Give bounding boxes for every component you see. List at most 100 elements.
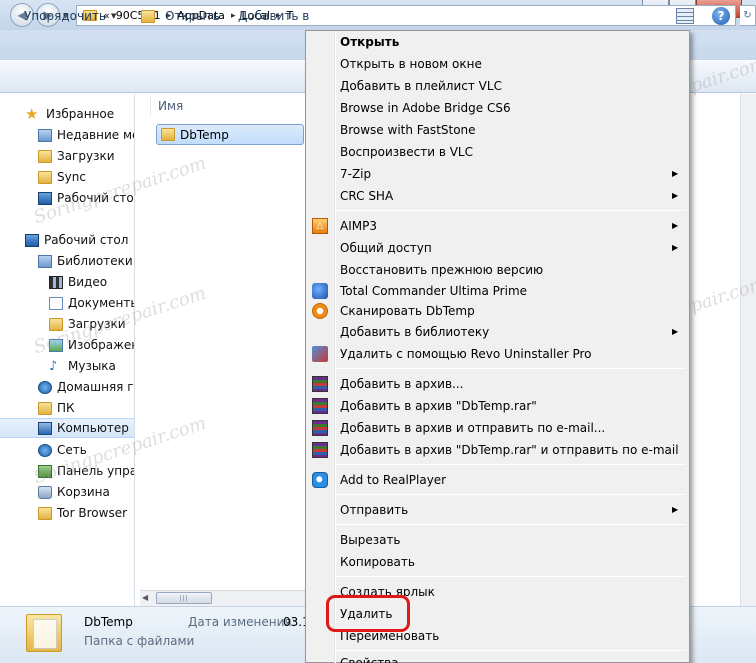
view-options-icon[interactable] (676, 8, 694, 24)
sidebar-item-label: Рабочий стол (44, 233, 129, 247)
menu-item-restore-previous[interactable]: Восстановить прежнюю версию (340, 260, 543, 280)
winrar-icon (312, 442, 328, 458)
realplayer-icon (312, 472, 328, 488)
sidebar-item-computer[interactable]: Компьютер (0, 418, 134, 438)
menu-item-send-to[interactable]: Отправить (340, 500, 408, 520)
details-name: DbTemp (84, 615, 133, 629)
menu-item-adobe-bridge[interactable]: Browse in Adobe Bridge CS6 (340, 98, 511, 118)
sidebar-item-music[interactable]: ♪ Музыка (49, 356, 116, 376)
menu-item-open-new-window[interactable]: Открыть в новом окне (340, 54, 482, 74)
sidebar-item-recent-places[interactable]: Недавние мест (38, 125, 134, 145)
help-icon[interactable]: ? (712, 7, 730, 25)
menu-item-realplayer[interactable]: Add to RealPlayer (340, 470, 446, 490)
sidebar-item-label: Сеть (57, 443, 87, 457)
sidebar-item-label: Корзина (57, 485, 110, 499)
sidebar-item-label: Sync (57, 170, 86, 184)
sidebar-item-label: Документы (68, 296, 135, 310)
libraries-icon (38, 254, 52, 268)
menu-separator (336, 576, 686, 577)
menu-item-add-to-rar[interactable]: Добавить в архив "DbTemp.rar" (340, 396, 537, 416)
scroll-left-icon[interactable]: ◀ (142, 593, 148, 602)
column-header-name[interactable]: Имя (158, 99, 183, 113)
add-to-library-button[interactable]: Добавить в (238, 9, 309, 23)
sidebar-item-pc[interactable]: ПК (38, 398, 75, 418)
file-name: DbTemp (180, 127, 229, 142)
recent-places-icon (38, 128, 52, 142)
sidebar-item-pictures[interactable]: Изображени (49, 335, 134, 355)
menu-item-copy[interactable]: Копировать (340, 552, 415, 572)
sidebar-item-homegroup[interactable]: Домашняя гру (38, 377, 134, 397)
video-icon (49, 275, 63, 289)
menu-icon-gutter (334, 31, 335, 663)
menu-item-add-to-archive[interactable]: Добавить в архив... (340, 374, 464, 394)
menu-item-7zip[interactable]: 7-Zip (340, 164, 371, 184)
column-divider[interactable] (150, 96, 151, 116)
sidebar-item-label: Панель управ (57, 464, 134, 478)
menu-item-faststone[interactable]: Browse with FastStone (340, 120, 476, 140)
details-date-label: Дата изменения: (188, 615, 296, 629)
scrollbar-thumb[interactable]: ||| (156, 592, 212, 604)
open-button[interactable]: Открыть (141, 9, 220, 23)
sidebar-item-label: ПК (57, 401, 75, 415)
folder-icon (38, 401, 52, 415)
refresh-button[interactable]: ↻ (740, 5, 756, 26)
submenu-arrow-icon: ▶ (672, 505, 679, 514)
chevron-down-icon: ▼ (110, 12, 117, 20)
organize-button[interactable]: Упорядочить ▼ (24, 9, 116, 23)
submenu-arrow-icon: ▶ (672, 327, 679, 336)
music-icon: ♪ (49, 358, 58, 374)
sidebar-item-downloads-lib[interactable]: Загрузки (49, 314, 126, 334)
menu-item-cut[interactable]: Вырезать (340, 530, 401, 550)
file-list[interactable] (136, 94, 306, 606)
avast-icon (312, 303, 328, 319)
menu-separator (336, 494, 686, 495)
sidebar-item-label: Библиотеки (57, 254, 133, 268)
menu-item-revo-uninstall[interactable]: Удалить с помощью Revo Uninstaller Pro (340, 344, 592, 364)
menu-item-aimp3[interactable]: AIMP3 (340, 216, 377, 236)
star-icon: ★ (25, 104, 39, 123)
winrar-icon (312, 376, 328, 392)
menu-item-total-commander[interactable]: Total Commander Ultima Prime (340, 281, 527, 301)
vertical-scrollbar[interactable] (740, 94, 756, 606)
documents-icon (49, 296, 63, 310)
sidebar-item-downloads[interactable]: Загрузки (38, 146, 115, 166)
sidebar-item-sync[interactable]: Sync (38, 167, 86, 187)
menu-item-properties[interactable]: Свойства (340, 653, 399, 663)
menu-item-add-to-library[interactable]: Добавить в библиотеку (340, 322, 489, 342)
menu-item-open[interactable]: Открыть (340, 32, 399, 52)
folder-icon (38, 170, 52, 184)
open-label: Открыть (165, 9, 220, 23)
sidebar-item-label: Домашняя гру (57, 380, 134, 394)
sidebar-item-favorites[interactable]: ★ Избранное (25, 104, 114, 124)
menu-separator (336, 210, 686, 211)
sidebar-item-video[interactable]: Видео (49, 272, 107, 292)
sidebar-item-documents[interactable]: Документы (49, 293, 135, 313)
menu-item-crc-sha[interactable]: CRC SHA (340, 186, 393, 206)
chevron-right-icon[interactable]: ▸ (231, 11, 236, 21)
total-commander-icon (312, 283, 328, 299)
desktop-icon (38, 191, 52, 205)
homegroup-icon (38, 380, 52, 394)
menu-item-vlc-play[interactable]: Воспроизвести в VLC (340, 142, 473, 162)
menu-item-sharing[interactable]: Общий доступ (340, 238, 432, 258)
menu-item-scan[interactable]: Сканировать DbTemp (340, 301, 475, 321)
sidebar-item-desktop[interactable]: Рабочий стол (38, 188, 134, 208)
sidebar-item-control-panel[interactable]: Панель управ (38, 461, 134, 481)
folder-open-icon (141, 9, 155, 23)
menu-item-rar-email[interactable]: Добавить в архив "DbTemp.rar" и отправит… (340, 440, 679, 460)
folder-large-icon (26, 614, 62, 652)
submenu-arrow-icon: ▶ (672, 191, 679, 200)
sidebar-item-libraries[interactable]: Библиотеки (38, 251, 133, 271)
list-item[interactable]: DbTemp (156, 124, 304, 145)
computer-icon (38, 421, 52, 435)
sidebar-item-network[interactable]: Сеть (38, 440, 87, 460)
navigation-pane: ★ Избранное Недавние мест Загрузки Sync Р… (0, 94, 135, 606)
menu-item-vlc-playlist[interactable]: Добавить в плейлист VLC (340, 76, 502, 96)
sidebar-item-tor-browser[interactable]: Tor Browser (38, 503, 127, 523)
submenu-arrow-icon: ▶ (672, 221, 679, 230)
sidebar-item-recycle-bin[interactable]: Корзина (38, 482, 110, 502)
revo-uninstaller-icon (312, 346, 328, 362)
menu-item-archive-email[interactable]: Добавить в архив и отправить по e-mail..… (340, 418, 605, 438)
sidebar-item-desktop-root[interactable]: Рабочий стол (25, 230, 128, 250)
menu-separator (336, 524, 686, 525)
